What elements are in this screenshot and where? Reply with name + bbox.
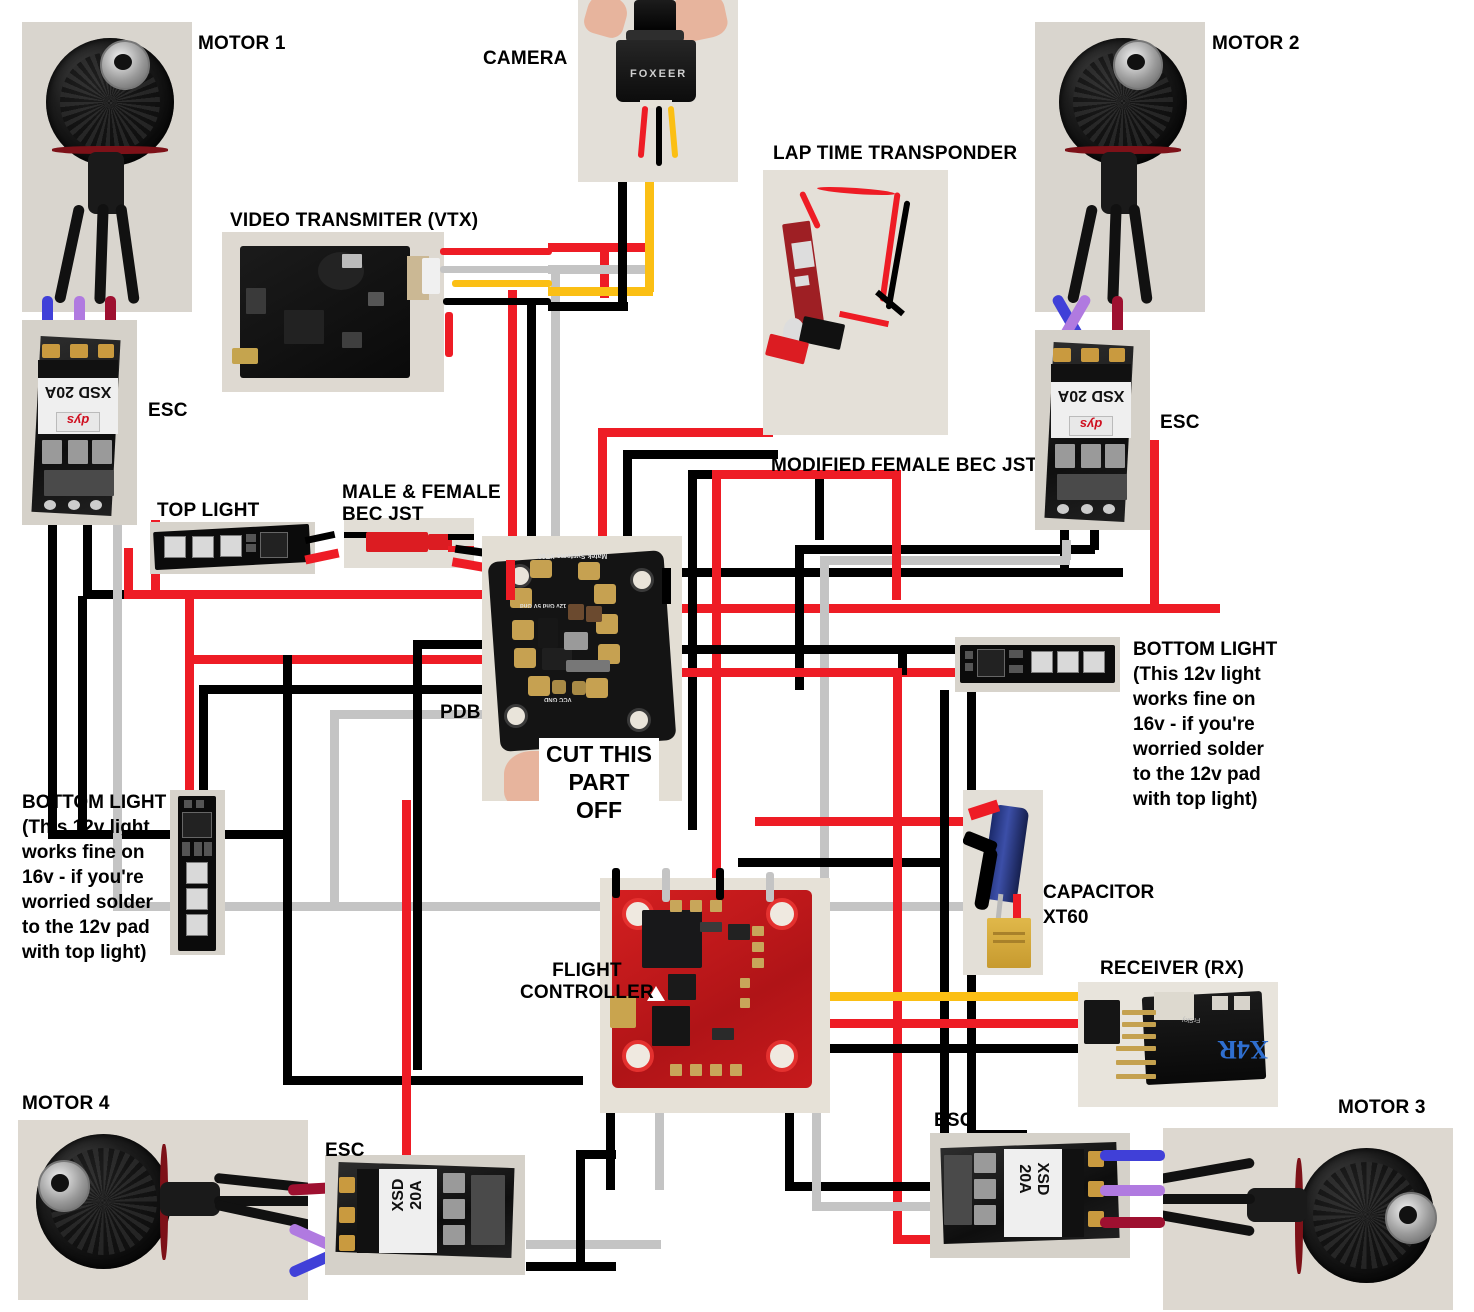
wire-rx-red [826, 1019, 1084, 1028]
wire-overlay-red-2 [506, 560, 515, 600]
esc-1-photo: XSD 20A dys [22, 320, 137, 525]
motor3-phase-purple [1100, 1185, 1165, 1196]
wire-fc-right-blk-h [785, 1182, 940, 1191]
wire-esc2-blk-h [795, 545, 1095, 554]
wire-capacitor-blk-h [738, 858, 948, 867]
wire-toplight-red-v [124, 548, 133, 596]
fc-lead-blk-top2 [716, 868, 724, 900]
wire-camera-yellow-h [548, 287, 653, 296]
wire-rx-yellow [826, 992, 1081, 1001]
wire-esc4-red-v [402, 800, 411, 1080]
motor-1-photo [22, 22, 192, 312]
vtx-label: VIDEO TRANSMITER (VTX) [230, 210, 479, 231]
vtx-wire-black [443, 298, 551, 305]
wire-left-mid-black-h [283, 1076, 583, 1085]
wire-vtx-red-down [508, 290, 517, 550]
motor-4-photo [18, 1120, 308, 1300]
wire-pdb-red-to-esc2 [1150, 440, 1159, 610]
transponder-photo [763, 170, 948, 435]
wire-camera-grey-h [548, 265, 653, 274]
wire-transponder-red-h [598, 428, 773, 437]
motor-2-photo [1035, 22, 1205, 312]
top-light-photo [150, 522, 315, 574]
wire-esc1-signal-grey-v1 [113, 520, 122, 586]
male-female-bec-label: MALE & FEMALE BEC JST [342, 482, 501, 526]
wire-bottomlight-left-red-h [185, 655, 503, 664]
wire-bottomlight-right-red [660, 668, 965, 677]
wire-fc-bottom-blk-1 [606, 1100, 615, 1190]
esc-1-label: ESC [148, 400, 188, 421]
wire-overlay-blk-1 [662, 568, 671, 604]
wire-esc1-vbat-h [124, 590, 494, 599]
bottom-light-right-photo [955, 637, 1120, 692]
vtx-wire-grey [440, 266, 552, 273]
motor-4-label: MOTOR 4 [22, 1093, 110, 1114]
cut-this-part-off-callout: CUT THIS PART OFF [539, 738, 659, 827]
capacitor-photo [963, 790, 1043, 975]
vtx-wire-red2 [445, 312, 453, 357]
wire-vtx-black-down [527, 300, 536, 555]
wire-right-blk-bus-1-v [815, 470, 824, 540]
wire-esc1-signal-a [83, 520, 92, 598]
bottom-light-left-photo [170, 790, 225, 955]
wire-grey-mid-v [330, 710, 339, 905]
motor3-phase-blue [1100, 1150, 1165, 1161]
motor-3-label: MOTOR 3 [1338, 1097, 1426, 1118]
esc-2-label: ESC [1160, 412, 1200, 433]
transponder-label: LAP TIME TRANSPONDER [773, 143, 1018, 164]
vtx-photo [222, 232, 444, 392]
modified-bec-label: MODIFIED FEMALE BEC JST [771, 455, 1038, 476]
fc-lead-blk-top1 [612, 868, 620, 898]
wire-fc-blk-to-esc4-v [576, 1150, 585, 1265]
wiring-diagram-canvas: MOTOR 1 XSD 20A dys ESC FOXEER CAMERA VI… [0, 0, 1474, 1312]
fc-lead-grey-top [662, 868, 670, 902]
receiver-label: RECEIVER (RX) [1100, 958, 1245, 979]
wire-overlay-red-1 [185, 594, 194, 658]
pdb-label: PDB [440, 702, 481, 723]
wire-camera-black-h [548, 302, 628, 311]
motor-3-photo [1163, 1128, 1453, 1310]
wire-camera-black-v [618, 180, 627, 310]
capacitor-label: CAPACITOR XT60 [1043, 882, 1155, 929]
wire-esc3-blk-bus2 [940, 690, 949, 1180]
wire-fc-grey-to-esc4 [526, 1240, 661, 1249]
wire-capacitor-red [755, 817, 990, 826]
wire-fc-right-blk-v [785, 1100, 794, 1190]
wire-pdb-blk-right-bus [658, 568, 1123, 577]
receiver-photo: X4R FrSky [1078, 982, 1278, 1107]
vtx-wire-yellow [452, 280, 552, 287]
bottom-light-left-label: BOTTOM LIGHT (This 12v light works fine … [22, 792, 167, 964]
esc-4-label: ESC [325, 1140, 365, 1161]
wire-right-red-bus-1 [712, 470, 721, 890]
vtx-wire-red [440, 248, 552, 255]
wire-rx-black [826, 1044, 1084, 1053]
motor-2-label: MOTOR 2 [1212, 33, 1300, 54]
esc-2-photo: XSD 20A dys [1035, 330, 1150, 530]
wire-bottomlight-right-blk [660, 645, 970, 654]
flight-controller-label: FLIGHT CONTROLLER [520, 960, 654, 1004]
wire-left-mid-black-v [283, 655, 292, 1085]
wire-esc3-red-bus [893, 668, 902, 1243]
wire-esc1-signal-grey-h [113, 902, 1018, 911]
wire-transponder-blk-h [623, 450, 778, 459]
motor-1-label: MOTOR 1 [198, 33, 286, 54]
camera-label: CAMERA [483, 48, 568, 69]
camera-photo: FOXEER [578, 0, 738, 182]
wire-fc-bottom-grey-1 [655, 1100, 664, 1190]
fc-lead-grey-top2 [766, 872, 774, 902]
wire-fc-right-grey-v [812, 1100, 821, 1210]
wire-bottomlight-left-blk-h [199, 685, 499, 694]
wire-right-red-bus-v [892, 470, 901, 600]
esc-3-label: ESC [934, 1110, 974, 1131]
wire-camera-yellow-v [645, 180, 654, 292]
bottom-light-right-label: BOTTOM LIGHT (This 12v light works fine … [1133, 639, 1278, 811]
esc-4-photo: XSD 20A [325, 1155, 525, 1275]
wire-esc2-grey-h [820, 556, 1070, 565]
wire-pdb-red-right-bus [660, 604, 1220, 613]
top-light-label: TOP LIGHT [157, 500, 260, 521]
wire-blk-col-413 [413, 640, 422, 1070]
wire-fc-blk-to-esc4 [526, 1262, 616, 1271]
motor3-phase-red [1100, 1217, 1165, 1228]
